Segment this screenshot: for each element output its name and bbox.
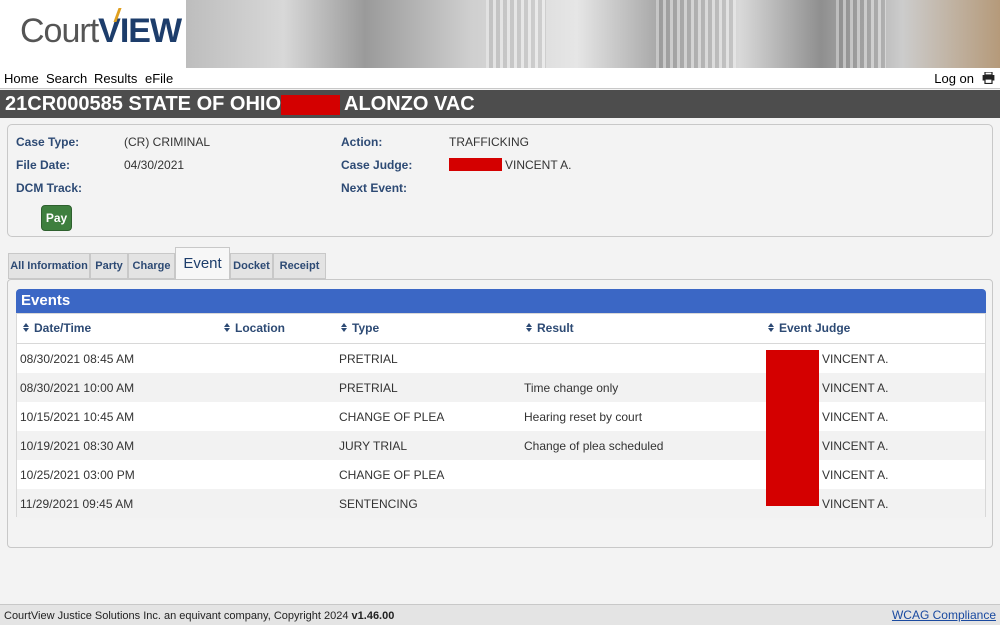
file-date-value: 04/30/2021 (124, 158, 185, 172)
table-row: 11/29/2021 09:45 AM SENTENCING VINCENT A… (17, 489, 985, 518)
tab-receipt[interactable]: Receipt (273, 253, 326, 279)
logo-view-text: VIEW (98, 12, 182, 50)
cell-type: JURY TRIAL (339, 439, 408, 453)
footer: CourtView Justice Solutions Inc. an equi… (0, 604, 1000, 625)
events-header: Events (16, 289, 986, 313)
nav-home[interactable]: Home (4, 71, 39, 86)
sort-icon (224, 323, 231, 333)
cell-datetime: 10/19/2021 08:30 AM (20, 439, 135, 453)
main-nav: Home Search Results eFile Log on (0, 68, 1000, 89)
case-judge-label: Case Judge: (341, 158, 413, 172)
case-info-box: Case Type: (CR) CRIMINAL File Date: 04/3… (7, 124, 993, 237)
banner-image (186, 0, 1000, 68)
cell-result: Time change only (524, 381, 619, 395)
logon-link[interactable]: Log on (934, 71, 974, 86)
sort-icon (341, 323, 348, 333)
case-title-prefix: 21CR000585 STATE OF OHIO vs. (5, 93, 315, 115)
action-value: TRAFFICKING (449, 135, 529, 149)
sort-icon (526, 323, 533, 333)
column-header-event-judge[interactable]: Event Judge (768, 321, 850, 335)
cell-judge: VINCENT A. (822, 381, 889, 395)
nav-efile[interactable]: eFile (145, 71, 173, 86)
cell-datetime: 08/30/2021 10:00 AM (20, 381, 135, 395)
redaction-block (281, 95, 340, 115)
table-row: 10/15/2021 10:45 AM CHANGE OF PLEA Heari… (17, 402, 985, 431)
judge-redaction-block (449, 158, 502, 171)
logo[interactable]: CourtVIEW (0, 0, 186, 68)
cell-type: CHANGE OF PLEA (339, 410, 445, 424)
cell-result: Hearing reset by court (524, 410, 643, 424)
table-row: 10/19/2021 08:30 AM JURY TRIAL Change of… (17, 431, 985, 460)
table-row: 08/30/2021 08:45 AM PRETRIAL VINCENT A. (17, 344, 985, 373)
file-date-label: File Date: (16, 158, 71, 172)
tab-all-information[interactable]: All Information (8, 253, 90, 279)
case-type-label: Case Type: (16, 135, 80, 149)
events-table: Date/Time Location Type Result Event Jud… (16, 313, 986, 518)
wcag-compliance-link[interactable]: WCAG Compliance (892, 608, 996, 622)
case-judge-value: VINCENT A. (505, 158, 572, 172)
tab-event[interactable]: Event (175, 247, 230, 280)
cell-judge: VINCENT A. (822, 439, 889, 453)
next-event-label: Next Event: (341, 181, 408, 195)
table-row: 08/30/2021 10:00 AM PRETRIAL Time change… (17, 373, 985, 402)
header-banner: CourtVIEW (0, 0, 1000, 68)
action-label: Action: (341, 135, 383, 149)
cell-type: SENTENCING (339, 497, 418, 511)
cell-type: PRETRIAL (339, 352, 398, 366)
cell-judge: VINCENT A. (822, 410, 889, 424)
column-header-datetime[interactable]: Date/Time (23, 321, 91, 335)
logo-court-text: Court (20, 12, 99, 50)
cell-type: CHANGE OF PLEA (339, 468, 445, 482)
case-title-bar: 21CR000585 STATE OF OHIO vs. ALONZO VAC (0, 90, 1000, 118)
sort-icon (23, 323, 30, 333)
copyright-text: CourtView Justice Solutions Inc. an equi… (4, 610, 395, 622)
cell-datetime: 10/15/2021 10:45 AM (20, 410, 135, 424)
tab-charge[interactable]: Charge (128, 253, 175, 279)
version-text: v1.46.00 (351, 610, 395, 622)
case-type-value: (CR) CRIMINAL (124, 135, 210, 149)
tab-docket[interactable]: Docket (230, 253, 273, 279)
pay-button[interactable]: Pay (41, 205, 72, 231)
events-panel: Events Date/Time Location Type Result Ev… (7, 279, 993, 548)
cell-type: PRETRIAL (339, 381, 398, 395)
cell-result: Change of plea scheduled (524, 439, 664, 453)
cell-judge: VINCENT A. (822, 497, 889, 511)
column-header-result[interactable]: Result (526, 321, 574, 335)
judge-redaction-block (766, 350, 819, 506)
nav-results[interactable]: Results (94, 71, 137, 86)
dcm-track-label: DCM Track: (16, 181, 83, 195)
cell-judge: VINCENT A. (822, 352, 889, 366)
column-header-location[interactable]: Location (224, 321, 285, 335)
cell-datetime: 10/25/2021 03:00 PM (20, 468, 135, 482)
cell-datetime: 11/29/2021 09:45 AM (20, 497, 134, 511)
tab-party[interactable]: Party (90, 253, 128, 279)
table-row: 10/25/2021 03:00 PM CHANGE OF PLEA VINCE… (17, 460, 985, 489)
column-header-type[interactable]: Type (341, 321, 379, 335)
print-icon[interactable] (982, 72, 995, 84)
cell-datetime: 08/30/2021 08:45 AM (20, 352, 135, 366)
cell-judge: VINCENT A. (822, 468, 889, 482)
case-title-suffix: ALONZO VAC (344, 93, 475, 115)
nav-search[interactable]: Search (46, 71, 87, 86)
sort-icon (768, 323, 775, 333)
